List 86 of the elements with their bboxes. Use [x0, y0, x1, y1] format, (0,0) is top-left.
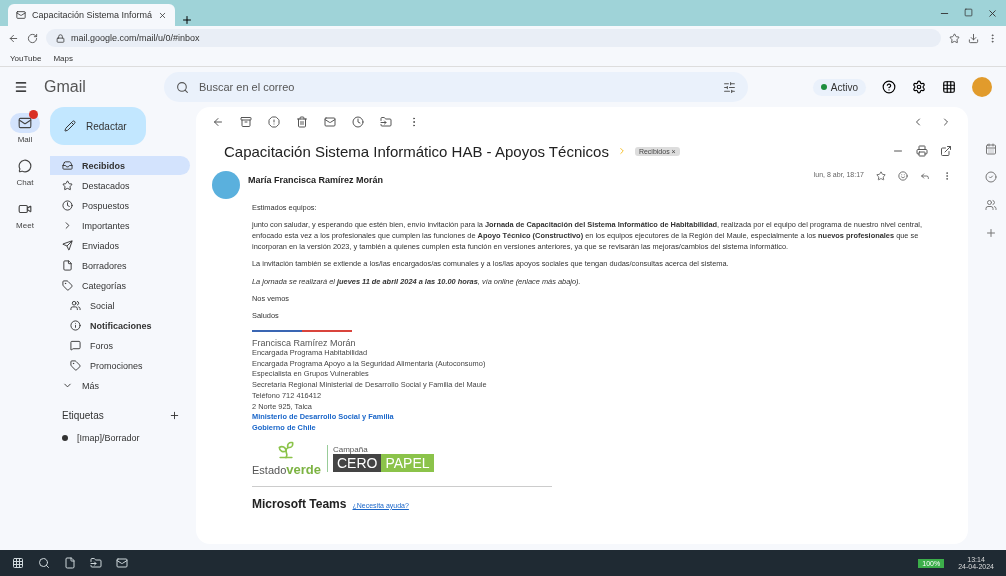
mail-icon	[10, 113, 40, 133]
campaign-caption: Campaña	[332, 445, 369, 455]
search-field[interactable]: Buscar en el correo	[164, 72, 748, 102]
folder-item[interactable]: Destacados	[50, 176, 190, 195]
rail-item[interactable]: Meet	[10, 199, 40, 230]
email-subject: Capacitación Sistema Informático HAB - Apoyos Técnicos	[224, 142, 609, 160]
close-icon	[158, 10, 168, 20]
print-icon	[916, 145, 928, 157]
estado-verde-logo: Estadoverde	[252, 460, 321, 478]
contacts-icon	[985, 199, 997, 211]
browser-tab[interactable]: Capacitación Sistema Informá	[8, 4, 176, 26]
star-icon	[62, 180, 73, 191]
compose-button[interactable]: Redactar	[50, 107, 146, 145]
file-icon	[64, 557, 76, 569]
folder-item[interactable]: Importantes	[50, 216, 190, 235]
star-icon	[876, 171, 886, 181]
folder-item[interactable]: Promociones	[50, 356, 190, 375]
archive-icon	[240, 116, 252, 128]
back-icon	[212, 116, 224, 128]
folder-item[interactable]: Enviados	[50, 236, 190, 255]
sprout-icon	[276, 439, 297, 460]
bookmark-link[interactable]: YouTube	[10, 53, 42, 63]
star-icon	[949, 32, 960, 44]
teams-title: Microsoft Teams	[252, 496, 347, 511]
section-title: Etiquetas	[62, 410, 104, 421]
emoji-icon	[898, 171, 908, 181]
plus-icon	[169, 410, 180, 421]
sender-avatar	[212, 171, 240, 199]
clock-icon	[352, 116, 364, 128]
info-icon	[70, 320, 81, 331]
chat-icon	[70, 340, 81, 351]
close-icon	[987, 7, 998, 19]
address-bar[interactable]: mail.google.com/mail/u/0/#inbox	[46, 29, 941, 47]
reply-icon	[920, 171, 930, 181]
lock-icon	[56, 33, 65, 43]
apps-icon	[942, 80, 956, 94]
help-icon	[882, 80, 896, 94]
rail-item[interactable]: Mail	[10, 113, 40, 144]
folder-icon	[90, 557, 102, 569]
plus-icon	[985, 227, 997, 239]
rail-item[interactable]: Chat	[10, 156, 40, 187]
bookmark-link[interactable]: Maps	[53, 53, 73, 63]
folder-item[interactable]: Más	[50, 376, 190, 395]
cero-papel-logo: CERO PAPEL	[332, 454, 434, 473]
folder-item[interactable]: Foros	[50, 336, 190, 355]
spam-icon	[268, 116, 280, 128]
check-icon	[985, 171, 997, 183]
back-icon	[8, 32, 19, 44]
folder-item[interactable]: Recibidos	[50, 156, 190, 175]
people-icon	[70, 300, 81, 311]
pencil-icon	[64, 120, 76, 132]
sender-name: María Francisca Ramírez Morán	[248, 175, 384, 185]
calendar-icon	[985, 143, 997, 155]
folder-item[interactable]: Pospuestos	[50, 196, 190, 215]
gmail-logo: Gmail	[44, 78, 87, 96]
status-button[interactable]: Activo	[812, 78, 866, 96]
search-icon	[176, 80, 189, 94]
inbox-icon	[62, 160, 73, 171]
folder-item[interactable]: Notificaciones	[50, 316, 190, 335]
menu-icon	[14, 80, 28, 94]
search-icon	[38, 557, 50, 569]
trash-icon	[296, 116, 308, 128]
signature-name: Francisca Ramírez Morán	[252, 337, 357, 348]
send-icon	[62, 240, 73, 251]
mail-icon	[116, 557, 128, 569]
windows-icon	[12, 557, 24, 569]
reload-icon	[27, 32, 38, 44]
avatar[interactable]	[972, 77, 992, 97]
plus-icon	[181, 14, 194, 26]
file-icon	[62, 260, 73, 271]
filter-icon	[723, 80, 736, 94]
folder-icon	[380, 116, 392, 128]
notification-badge	[29, 110, 38, 119]
download-icon	[968, 32, 979, 44]
settings-icon	[912, 80, 926, 94]
folder-item[interactable]: Social	[50, 296, 190, 315]
maximize-icon	[964, 7, 973, 17]
tag-icon	[70, 360, 81, 371]
tag-icon	[62, 280, 73, 291]
clock-icon	[62, 200, 73, 211]
external-link-icon	[940, 145, 952, 157]
mail-icon	[16, 10, 26, 20]
mail-icon	[324, 116, 336, 128]
label-item[interactable]: [Imap]/Borrador	[50, 428, 190, 447]
folder-item[interactable]: Borradores	[50, 256, 190, 275]
folder-item[interactable]: Categorías	[50, 276, 190, 295]
